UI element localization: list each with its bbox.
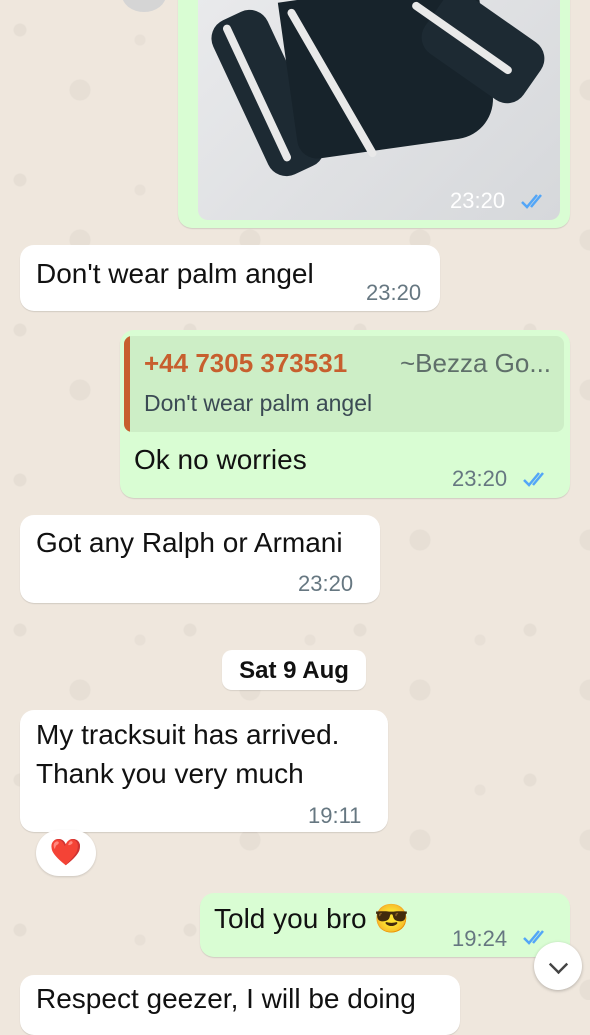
message-text: Ok no worries — [134, 444, 307, 475]
message-time: 19:24 — [452, 926, 508, 951]
double-check-icon — [523, 472, 544, 487]
double-check-icon — [521, 194, 542, 209]
quoted-message[interactable]: +44 7305 373531 ~Bezza Go... Don't wear … — [124, 336, 564, 432]
message-reaction[interactable]: ❤️ — [36, 830, 96, 876]
image-message-time: 23:20 — [450, 188, 506, 213]
double-check-icon — [523, 930, 544, 945]
tracksuit-photo[interactable] — [198, 0, 560, 220]
message-text-line1: My tracksuit has arrived. — [36, 719, 340, 750]
quoted-sender-alias: ~Bezza Go... — [400, 348, 552, 378]
quoted-text: Don't wear palm angel — [144, 390, 373, 416]
message-time: 23:20 — [366, 280, 422, 305]
message-text: Got any Ralph or Armani — [36, 527, 343, 558]
date-separator-text: Sat 9 Aug — [239, 657, 349, 684]
scroll-to-bottom-button[interactable] — [534, 942, 582, 990]
message-text: Don't wear palm angel — [36, 258, 314, 289]
chevron-down-icon — [548, 954, 569, 975]
message-text: Told you bro 😎 — [214, 903, 410, 934]
quoted-sender-number: +44 7305 373531 — [144, 348, 348, 378]
message-text-line2: Thank you very much — [36, 758, 304, 789]
message-time: 23:20 — [298, 571, 354, 596]
message-text: Respect geezer, I will be doing — [36, 983, 416, 1014]
date-separator: Sat 9 Aug — [222, 650, 366, 690]
heart-icon: ❤️ — [49, 837, 83, 867]
quote-accent-bar — [124, 336, 130, 432]
message-time: 23:20 — [452, 466, 508, 491]
message-time: 19:11 — [308, 803, 362, 828]
